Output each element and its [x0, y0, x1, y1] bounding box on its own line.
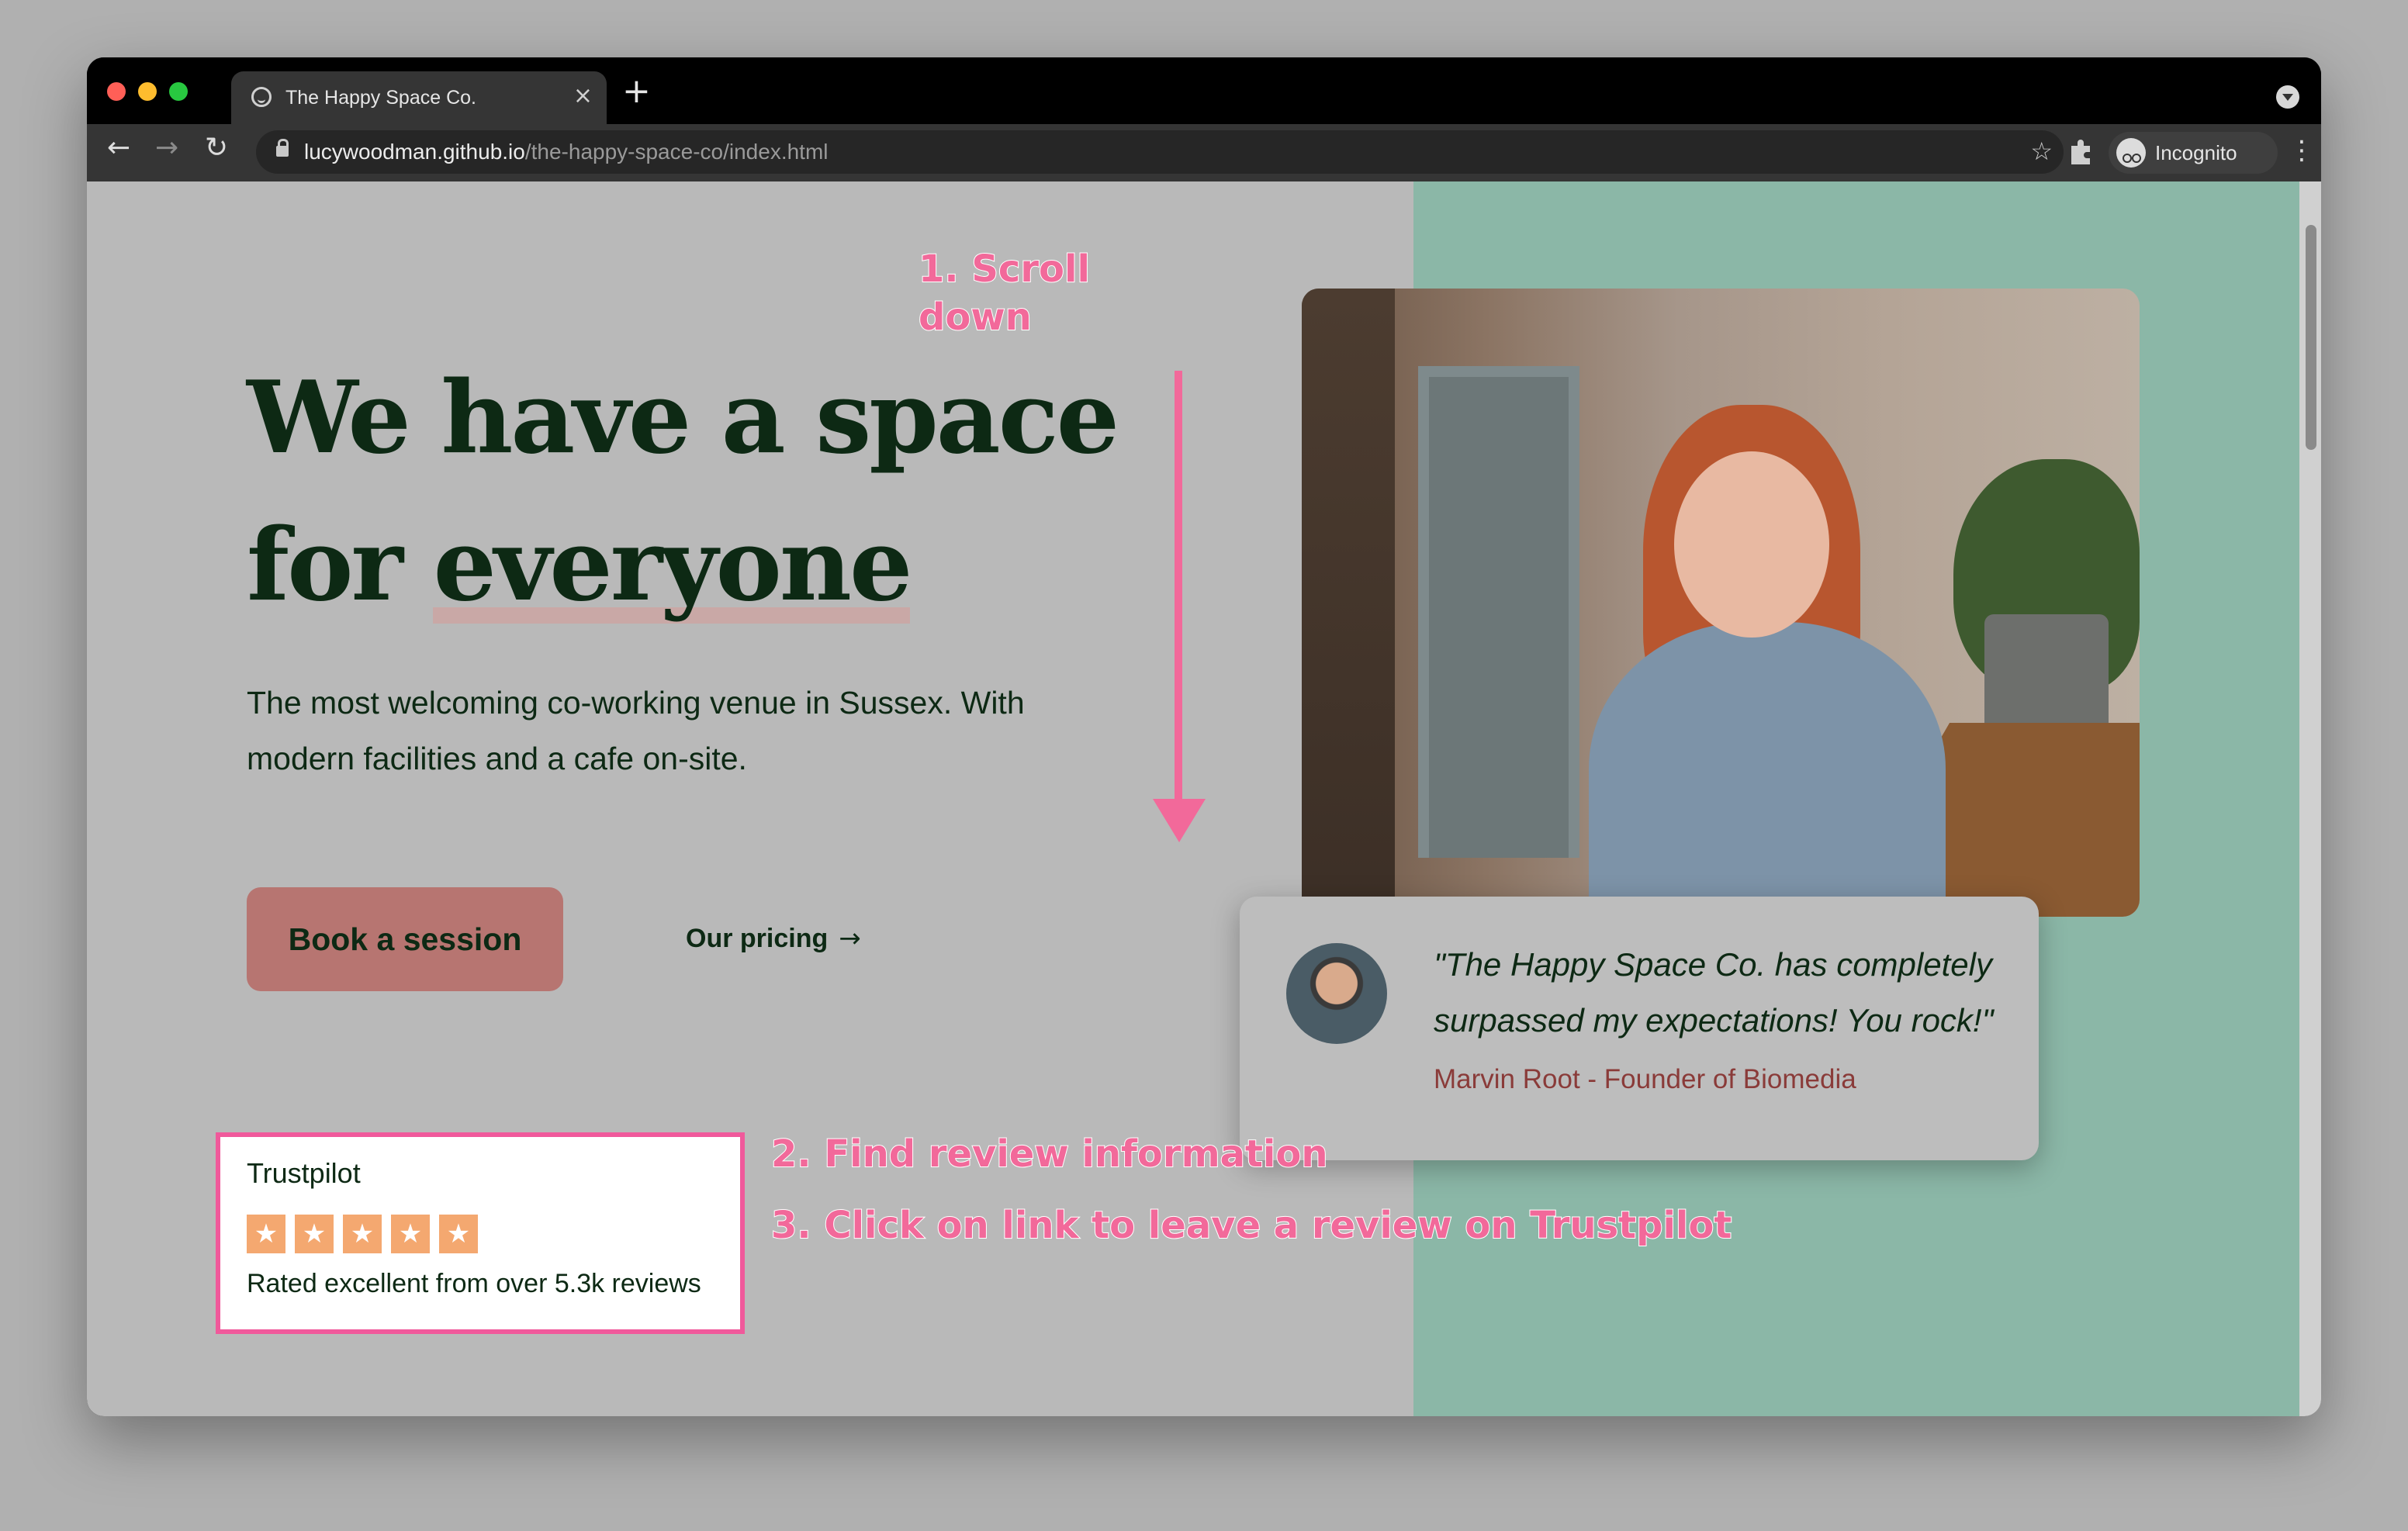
browser-toolbar: ← → ↻ lucywoodman.github.io/the-happy-sp… [87, 124, 2321, 181]
annotation-step-1: 1. Scroll down [918, 245, 1091, 341]
lock-icon[interactable] [276, 139, 289, 157]
back-icon[interactable]: ← [107, 132, 130, 164]
hero-photo-woman [1302, 289, 2140, 917]
book-session-button[interactable]: Book a session [247, 887, 563, 991]
star-icon: ★ [295, 1215, 334, 1253]
scrollbar-thumb[interactable] [2306, 225, 2316, 450]
maximize-window-button[interactable] [169, 82, 188, 101]
pricing-link-label: Our pricing [686, 924, 829, 953]
incognito-label: Incognito [2155, 141, 2237, 164]
annotation-arrow-shaft [1175, 371, 1182, 805]
arrow-right-icon: → [839, 923, 861, 954]
star-icon: ★ [343, 1215, 382, 1253]
close-window-button[interactable] [107, 82, 126, 101]
annotation-step-3: 3. Click on link to leave a review on Tr… [770, 1203, 1732, 1248]
close-tab-icon[interactable]: × [573, 82, 593, 109]
forward-icon[interactable]: → [155, 132, 178, 164]
trustpilot-widget[interactable]: Trustpilot ★ ★ ★ ★ ★ Rated excellent fro… [216, 1132, 745, 1334]
bookmark-star-icon[interactable]: ☆ [2030, 137, 2053, 166]
incognito-profile-button[interactable]: Incognito [2109, 132, 2278, 174]
tab-title: The Happy Space Co. [285, 87, 476, 109]
testimonial-card: "The Happy Space Co. has completely surp… [1240, 897, 2039, 1160]
scrollbar[interactable] [2299, 181, 2321, 1416]
tab-the-happy-space-co[interactable]: The Happy Space Co. × [231, 71, 607, 126]
extensions-puzzle-icon[interactable] [2067, 135, 2098, 169]
page-viewport: We have a space for everyone The most we… [87, 181, 2321, 1416]
trustpilot-title: Trustpilot [247, 1157, 361, 1189]
smiley-favicon-icon [251, 87, 272, 107]
hero-headline: We have a space for everyone [247, 344, 1178, 639]
trustpilot-stars: ★ ★ ★ ★ ★ [247, 1215, 478, 1253]
browser-window: The Happy Space Co. × + ← → ↻ lucywoodma… [87, 57, 2321, 1416]
headline-highlight-word: everyone [433, 507, 912, 624]
headline-line-1: We have a space [247, 360, 1119, 476]
address-bar[interactable]: lucywoodman.github.io/the-happy-space-co… [256, 130, 2064, 174]
tab-search-dropdown-icon[interactable] [2276, 85, 2299, 109]
url-text[interactable]: lucywoodman.github.io/the-happy-space-co… [304, 140, 829, 164]
headline-line-2a: for [247, 507, 434, 624]
browser-menu-icon[interactable]: ⋮ [2289, 135, 2315, 166]
hero-subtitle: The most welcoming co-working venue in S… [247, 685, 1025, 776]
our-pricing-link[interactable]: Our pricing → [686, 923, 861, 954]
annotation-step-1-line-2: down [918, 295, 1033, 340]
trustpilot-rating-text[interactable]: Rated excellent from over 5.3k reviews [247, 1269, 701, 1299]
testimonial-quote: "The Happy Space Co. has completely surp… [1434, 946, 1994, 1039]
new-tab-button[interactable]: + [622, 74, 651, 109]
avatar [1286, 943, 1387, 1044]
testimonial-author: Marvin Root - Founder of Biomedia [1434, 1064, 1856, 1094]
url-path: /the-happy-space-co/index.html [524, 140, 829, 164]
reload-icon[interactable]: ↻ [205, 132, 228, 164]
annotation-step-2: 2. Find review information [770, 1132, 1329, 1177]
url-host: lucywoodman.github.io [304, 140, 525, 164]
star-icon: ★ [439, 1215, 478, 1253]
incognito-icon [2116, 138, 2146, 168]
minimize-window-button[interactable] [138, 82, 157, 101]
arrow-down-icon [1153, 799, 1206, 842]
annotation-step-1-line-1: 1. Scroll [918, 247, 1091, 292]
star-icon: ★ [247, 1215, 285, 1253]
star-icon: ★ [391, 1215, 430, 1253]
tab-bar: The Happy Space Co. × + [87, 57, 2321, 126]
